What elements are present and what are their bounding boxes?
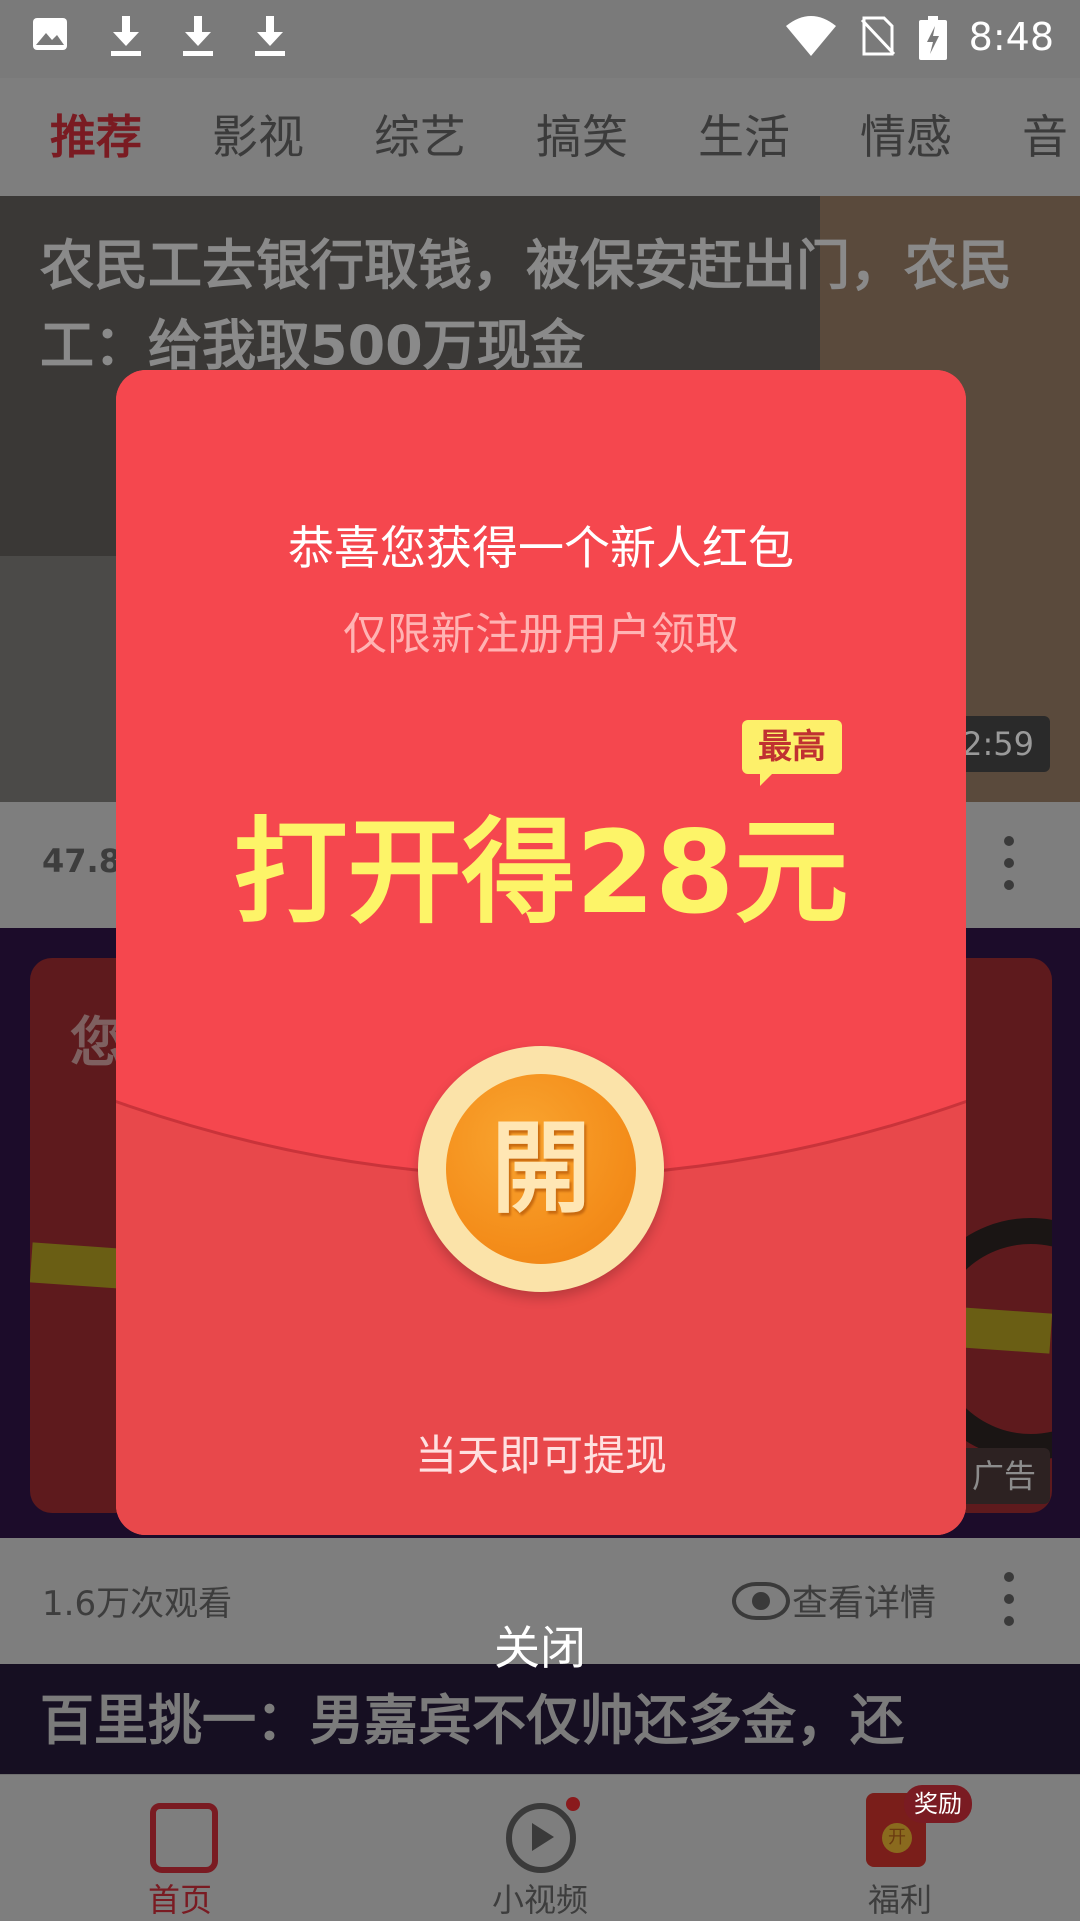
nav-welfare-label: 福利 [867,1881,932,1919]
withdraw-note: 当天即可提现 [414,1431,667,1480]
play-circle-icon [506,1803,576,1873]
video-title: 百里挑一：男嘉宾不仅帅还多金，还 [40,1689,904,1752]
eye-icon [732,1582,790,1620]
nav-welfare[interactable]: 开 奖励 福利 [790,1775,1010,1921]
video-title: 农民工去银行取钱，被保安赶出门，农民工：给我取500万现金 [40,234,1012,377]
home-icon [150,1803,218,1873]
nav-home[interactable]: 首页 [70,1775,290,1921]
bottom-nav: 首页 小视频 开 奖励 福利 [0,1774,1080,1921]
more-options-icon[interactable] [1004,1572,1016,1632]
ad-badge: 广告 [957,1448,1050,1504]
more-options-icon[interactable] [1004,836,1016,896]
dialog-subtitle: 仅限新注册用户领取 [343,609,739,660]
clock: 8:48 [968,15,1054,59]
open-button-face: 開 [446,1074,636,1264]
tab-music[interactable]: 音 [1022,78,1068,196]
view-details-link[interactable]: 查看详情 [792,1574,936,1626]
view-count: 1.6万次观看 [42,1584,233,1624]
video-card[interactable]: 百里挑一：男嘉宾不仅帅还多金，还 [0,1664,1080,1774]
max-badge: 最高 [742,720,842,786]
nav-short-video[interactable]: 小视频 [430,1775,650,1921]
notification-dot [566,1797,580,1811]
close-button[interactable]: 关闭 [440,1616,640,1680]
no-sim-icon [856,16,900,60]
coin-icon: 开 [882,1823,912,1853]
nav-short-video-label: 小视频 [491,1881,588,1919]
image-icon [28,16,72,60]
status-bar: 8:48 [0,0,1080,78]
download-icon [248,16,292,60]
wifi-icon [786,16,836,60]
download-icon [104,16,148,60]
tab-film[interactable]: 影视 [212,78,304,196]
tab-comedy[interactable]: 搞笑 [536,78,628,196]
reward-amount: 打开得28元 [233,806,849,939]
reward-badge: 奖励 [904,1785,972,1823]
category-tabs: 推荐 影视 综艺 搞笑 生活 情感 音 [0,78,1080,196]
tab-variety[interactable]: 综艺 [374,78,466,196]
tab-emotion[interactable]: 情感 [860,78,952,196]
red-envelope-dialog: 恭喜您获得一个新人红包 仅限新注册用户领取 最高 打开得28元 開 当天即可提现 [116,370,966,1535]
open-button-label: 開 [491,1110,591,1227]
battery-charging-icon [918,16,948,60]
tab-recommended[interactable]: 推荐 [50,78,142,196]
tab-life[interactable]: 生活 [698,78,790,196]
open-envelope-button[interactable]: 開 [418,1046,664,1292]
download-icon [176,16,220,60]
dialog-title: 恭喜您获得一个新人红包 [288,521,794,575]
nav-home-label: 首页 [147,1881,212,1919]
